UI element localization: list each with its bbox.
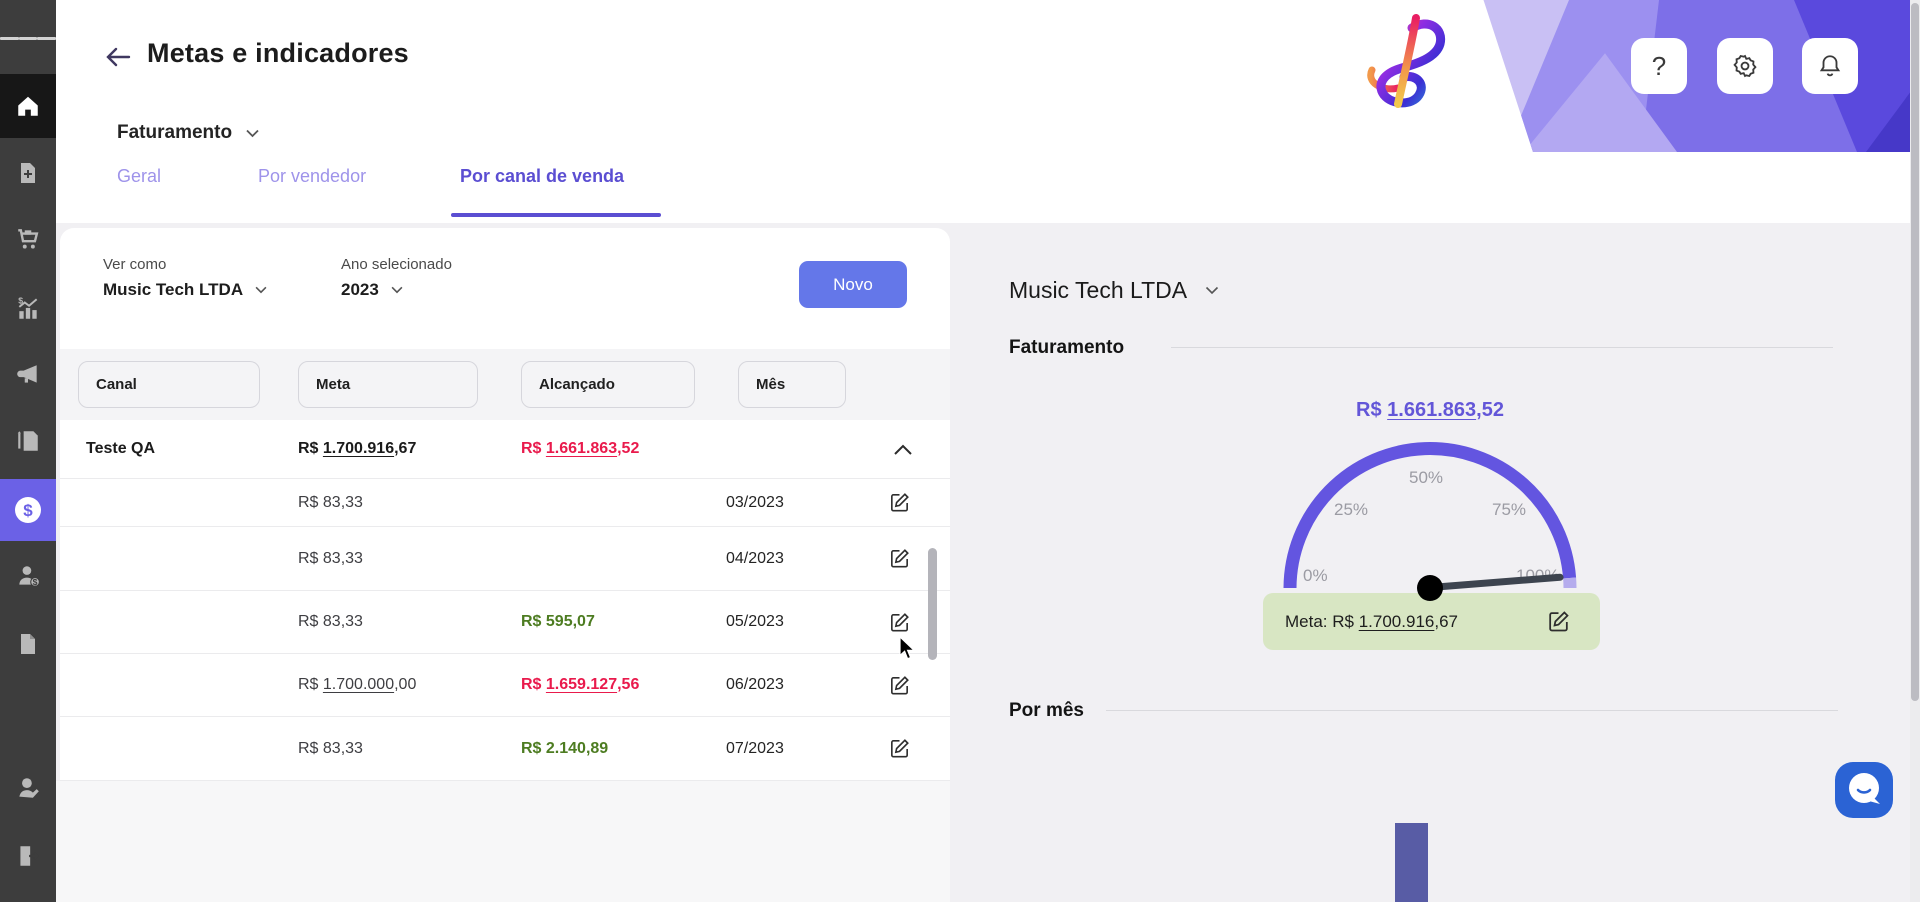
gauge-needle-hub	[1417, 575, 1443, 601]
table-row: R$ 83,33 03/2023	[60, 479, 950, 527]
meta-value: R$ 83,33	[298, 494, 363, 512]
novo-button[interactable]: Novo	[799, 261, 907, 308]
chevron-down-icon	[391, 286, 403, 294]
chevron-down-icon	[1205, 286, 1219, 295]
edit-icon[interactable]	[888, 546, 914, 572]
logout-icon[interactable]	[0, 828, 56, 884]
canal-name: Teste QA	[86, 440, 155, 458]
alcancado-value: R$ 1.661.863,52	[521, 440, 639, 458]
settings-button[interactable]	[1717, 38, 1773, 94]
section-divider	[1171, 347, 1833, 348]
page-scrollbar[interactable]	[1910, 0, 1920, 902]
table-header-strip: Canal Meta Alcançado Mês	[60, 349, 950, 420]
edit-icon[interactable]	[888, 490, 914, 516]
meta-goal-chip: Meta: R$ 1.700.916,67	[1263, 593, 1600, 650]
gauge-current-value: R$ 1.661.863,52	[1280, 399, 1580, 422]
menu-icon[interactable]	[0, 10, 56, 66]
back-arrow-icon[interactable]	[104, 42, 134, 72]
collapse-chevron-up-icon[interactable]	[894, 438, 916, 460]
month-value: 05/2023	[726, 613, 784, 631]
active-tab-underline	[451, 213, 661, 217]
meta-value: R$ 83,33	[298, 740, 363, 758]
monthly-bar	[1395, 823, 1428, 902]
svg-text:$: $	[18, 296, 23, 306]
help-button[interactable]: ?	[1631, 38, 1687, 94]
tab-por-canal-de-venda[interactable]: Por canal de venda	[460, 166, 624, 187]
ano-selecionado-label: Ano selecionado	[341, 256, 452, 273]
month-value: 04/2023	[726, 550, 784, 568]
chevron-down-icon	[246, 129, 259, 138]
documents-icon[interactable]	[0, 616, 56, 672]
section-divider	[1106, 710, 1838, 711]
svg-text:$: $	[23, 501, 33, 520]
alcancado-value: R$ 595,07	[521, 613, 595, 631]
gauge-tick-25: 25%	[1334, 500, 1368, 520]
page-title: Metas e indicadores	[147, 38, 409, 69]
edit-icon[interactable]	[888, 609, 914, 635]
tab-por-vendedor[interactable]: Por vendedor	[258, 166, 366, 187]
question-mark-icon: ?	[1652, 51, 1666, 82]
metas-e-indicadores-page: $ $ $ Metas e indicadores Faturamento	[0, 0, 1920, 902]
gear-icon	[1732, 53, 1758, 79]
finance-icon[interactable]: $	[0, 482, 56, 538]
table-row: R$ 83,33 04/2023	[60, 527, 950, 591]
left-lower-background	[56, 781, 950, 902]
table-row: R$ 1.700.000,00 R$ 1.659.127,56 06/2023	[60, 654, 950, 717]
column-filter-mes[interactable]: Mês	[738, 361, 846, 408]
purchases-cart-icon[interactable]	[0, 211, 56, 267]
por-mes-section-title: Por mês	[1009, 700, 1084, 722]
page-scrollbar-thumb[interactable]	[1911, 3, 1919, 701]
table-row-summary[interactable]: Teste QA R$ 1.700.916,67 R$ 1.661.863,52	[60, 420, 950, 479]
metric-selector-label: Faturamento	[117, 122, 232, 144]
ver-como-dropdown[interactable]: Music Tech LTDA	[103, 280, 267, 300]
notifications-button[interactable]	[1802, 38, 1858, 94]
alcancado-value: R$ 2.140,89	[521, 740, 608, 758]
gauge-tick-0: 0%	[1303, 566, 1328, 586]
table-scrollbar-thumb[interactable]	[928, 548, 937, 660]
contracts-icon[interactable]	[0, 413, 56, 469]
customer-finance-icon[interactable]: $	[0, 548, 56, 604]
marketing-megaphone-icon[interactable]	[0, 347, 56, 403]
treble-clef-logo	[1352, 12, 1456, 112]
month-value: 06/2023	[726, 676, 784, 694]
chat-widget-button[interactable]	[1835, 762, 1893, 818]
table-row: R$ 83,33 R$ 2.140,89 07/2023	[60, 717, 950, 781]
profile-icon[interactable]	[0, 760, 56, 816]
meta-value: R$ 1.700.000,00	[298, 676, 416, 694]
sidebar: $ $ $	[0, 0, 56, 902]
sales-indicators-icon[interactable]: $	[0, 281, 56, 337]
edit-icon[interactable]	[888, 736, 914, 762]
ano-dropdown[interactable]: 2023	[341, 280, 403, 300]
meta-value: R$ 1.700.916,67	[298, 440, 416, 458]
table-row: R$ 83,33 R$ 595,07 05/2023	[60, 591, 950, 654]
month-value: 07/2023	[726, 740, 784, 758]
home-icon[interactable]	[0, 78, 56, 134]
edit-icon[interactable]	[888, 672, 914, 698]
column-filter-alcancado[interactable]: Alcançado	[521, 361, 695, 408]
column-filter-meta[interactable]: Meta	[298, 361, 478, 408]
goals-table-card: Ver como Music Tech LTDA Ano selecionado…	[60, 228, 950, 781]
meta-goal-text: Meta: R$ 1.700.916,67	[1285, 612, 1458, 632]
svg-text:$: $	[33, 577, 38, 587]
month-rows-scroll-area[interactable]: R$ 83,33 03/2023 R$ 83,33 04/2023 R$ 83,…	[60, 479, 950, 781]
gauge-tick-75: 75%	[1492, 500, 1526, 520]
meta-value: R$ 83,33	[298, 550, 363, 568]
alcancado-value: R$ 1.659.127,56	[521, 676, 639, 694]
gauge-tick-50: 50%	[1409, 468, 1443, 488]
chat-bubble-icon	[1835, 762, 1893, 818]
company-dropdown[interactable]: Music Tech LTDA	[1009, 277, 1219, 304]
month-value: 03/2023	[726, 494, 784, 512]
column-filter-canal[interactable]: Canal	[78, 361, 260, 408]
chevron-down-icon	[255, 286, 267, 294]
tab-geral[interactable]: Geral	[117, 166, 161, 187]
ver-como-label: Ver como	[103, 256, 166, 273]
bell-icon	[1817, 53, 1843, 79]
edit-meta-icon[interactable]	[1546, 609, 1572, 635]
faturamento-section-title: Faturamento	[1009, 337, 1124, 359]
metric-selector-dropdown[interactable]: Faturamento	[117, 122, 259, 144]
meta-value: R$ 83,33	[298, 613, 363, 631]
new-document-icon[interactable]	[0, 145, 56, 201]
